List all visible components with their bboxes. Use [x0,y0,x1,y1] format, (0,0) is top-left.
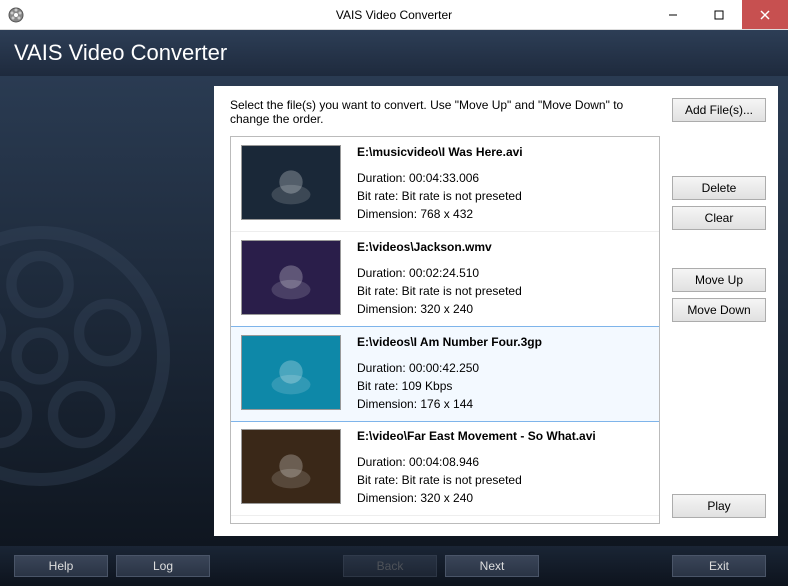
back-button: Back [343,555,437,577]
file-list[interactable]: E:\musicvideo\I Was Here.avi Duration: 00… [230,136,660,524]
footer: Help Log Back Next Exit [0,546,788,586]
duration-label: Duration: 00:00:42.250 [357,359,542,377]
add-files-button[interactable]: Add File(s)... [672,98,766,122]
bitrate-label: Bit rate: Bit rate is not preseted [357,471,596,489]
exit-button[interactable]: Exit [672,555,766,577]
content-panel: Select the file(s) you want to convert. … [214,86,778,536]
file-info: E:\video\Far East Movement - So What.avi… [357,429,596,507]
app-title: VAIS Video Converter [14,40,227,66]
delete-button[interactable]: Delete [672,176,766,200]
file-item[interactable]: E:\video\Far East Movement - So What.avi… [231,421,659,516]
titlebar: VAIS Video Converter [0,0,788,30]
minimize-button[interactable] [650,0,696,29]
file-area: Select the file(s) you want to convert. … [230,98,660,524]
duration-label: Duration: 00:02:24.510 [357,264,522,282]
file-item[interactable]: E:\musicvideo\I Was Here.avi Duration: 00… [231,137,659,232]
duration-label: Duration: 00:04:08.946 [357,453,596,471]
film-reel-icon [0,226,170,486]
log-button[interactable]: Log [116,555,210,577]
window-title: VAIS Video Converter [336,8,452,22]
help-button[interactable]: Help [14,555,108,577]
clear-button[interactable]: Clear [672,206,766,230]
move-down-button[interactable]: Move Down [672,298,766,322]
file-info: E:\videos\I Am Number Four.3gp Duration: … [357,335,542,413]
file-info: E:\videos\Jackson.wmv Duration: 00:02:24.… [357,240,522,318]
file-meta: Duration: 00:02:24.510Bit rate: Bit rate… [357,264,522,318]
file-path: E:\musicvideo\I Was Here.avi [357,145,523,159]
file-meta: Duration: 00:00:42.250Bit rate: 109 Kbps… [357,359,542,413]
move-up-button[interactable]: Move Up [672,268,766,292]
play-button[interactable]: Play [672,494,766,518]
app-icon [8,7,24,23]
file-meta: Duration: 00:04:08.946Bit rate: Bit rate… [357,453,596,507]
bitrate-label: Bit rate: Bit rate is not preseted [357,187,523,205]
thumbnail [241,240,341,315]
next-button[interactable]: Next [445,555,539,577]
maximize-button[interactable] [696,0,742,29]
file-path: E:\video\Far East Movement - So What.avi [357,429,596,443]
instruction-text: Select the file(s) you want to convert. … [230,98,660,126]
thumbnail [241,429,341,504]
bitrate-label: Bit rate: 109 Kbps [357,377,542,395]
thumbnail [241,145,341,220]
main-area: Select the file(s) you want to convert. … [0,76,788,546]
dimension-label: Dimension: 320 x 240 [357,300,522,318]
close-button[interactable] [742,0,788,29]
file-item[interactable]: E:\videos\Jackson.wmv Duration: 00:02:24.… [231,232,659,327]
file-path: E:\videos\Jackson.wmv [357,240,522,254]
duration-label: Duration: 00:04:33.006 [357,169,523,187]
sidebar [0,76,214,546]
app-header: VAIS Video Converter [0,30,788,76]
window-controls [650,0,788,29]
dimension-label: Dimension: 320 x 240 [357,489,596,507]
file-path: E:\videos\I Am Number Four.3gp [357,335,542,349]
file-item[interactable]: E:\videos\I Am Number Four.3gp Duration: … [230,326,660,422]
dimension-label: Dimension: 176 x 144 [357,395,542,413]
file-info: E:\musicvideo\I Was Here.avi Duration: 00… [357,145,523,223]
bitrate-label: Bit rate: Bit rate is not preseted [357,282,522,300]
thumbnail [241,335,341,410]
button-column: Add File(s)... Delete Clear Move Up Move… [672,98,766,524]
dimension-label: Dimension: 768 x 432 [357,205,523,223]
file-meta: Duration: 00:04:33.006Bit rate: Bit rate… [357,169,523,223]
